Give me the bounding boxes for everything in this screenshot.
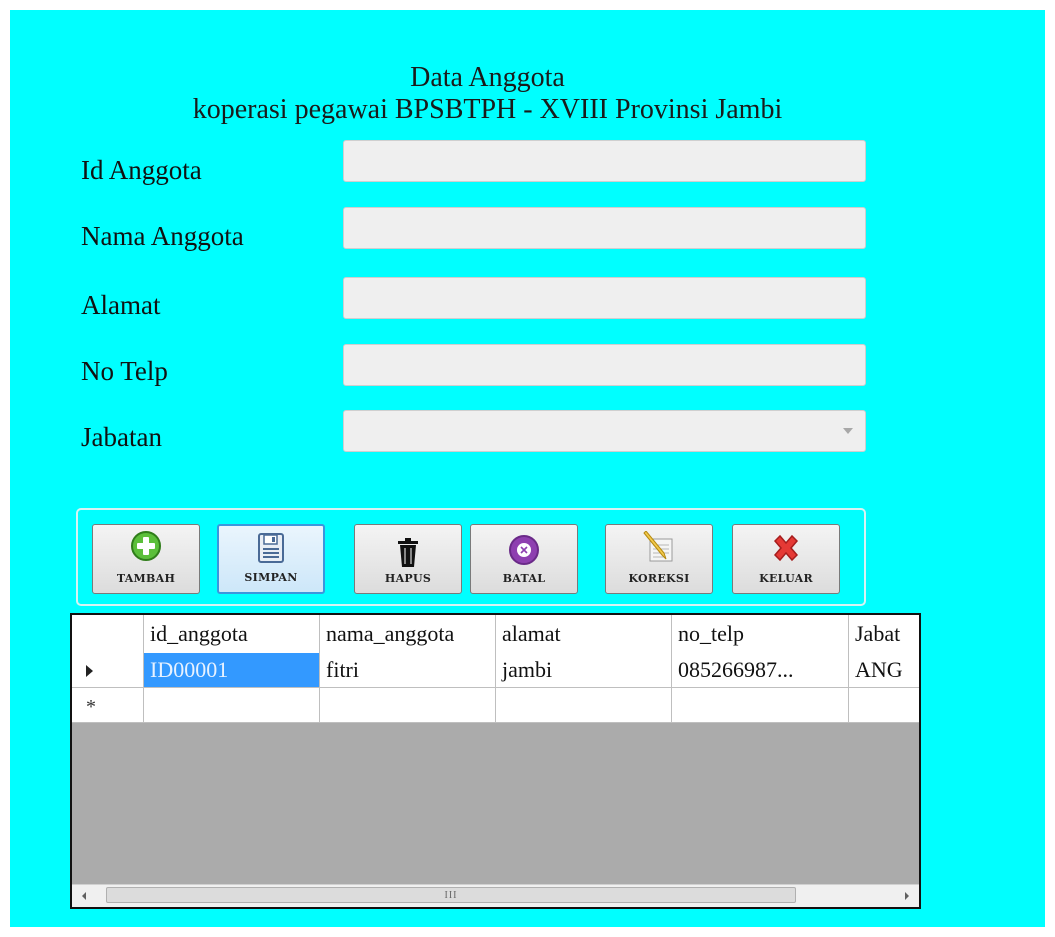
row-header[interactable] — [72, 653, 144, 687]
grid-header: id_anggota nama_anggota alamat no_telp J… — [72, 615, 919, 654]
cell-alamat[interactable] — [496, 688, 672, 722]
no-telp-input[interactable] — [343, 344, 866, 386]
cell-jabatan[interactable]: ANG — [849, 653, 919, 687]
column-header-nama-anggota[interactable]: nama_anggota — [320, 615, 496, 653]
batal-label: BATAL — [502, 572, 546, 585]
column-header-jabatan[interactable]: Jabat — [849, 615, 919, 653]
cell-jabatan[interactable] — [849, 688, 919, 722]
form-subtitle: koperasi pegawai BPSBTPH - XVIII Provins… — [192, 94, 783, 125]
cell-id-anggota[interactable]: ID00001 — [144, 653, 320, 687]
cell-nama-anggota[interactable]: fitri — [320, 653, 496, 687]
simpan-label: SIMPAN — [244, 571, 298, 584]
jabatan-combobox[interactable] — [343, 410, 866, 452]
save-icon — [258, 533, 284, 563]
no-telp-label: No Telp — [81, 356, 168, 386]
scroll-right-icon[interactable] — [905, 892, 909, 900]
chevron-down-icon[interactable] — [843, 428, 853, 434]
nama-anggota-label: Nama Anggota — [81, 221, 244, 251]
scroll-grip: III — [444, 890, 458, 901]
cell-no-telp[interactable]: 085266987... — [672, 653, 849, 687]
koreksi-button[interactable]: KOREKSI — [605, 524, 713, 594]
data-grid[interactable]: id_anggota nama_anggota alamat no_telp J… — [70, 613, 921, 909]
column-header-alamat[interactable]: alamat — [496, 615, 672, 653]
table-row[interactable]: ID00001 fitri jambi 085266987... ANG — [72, 653, 919, 688]
row-header[interactable]: * — [72, 688, 144, 722]
jabatan-label: Jabatan — [81, 422, 162, 452]
edit-icon — [643, 531, 673, 562]
batal-button[interactable]: BATAL — [470, 524, 578, 594]
scroll-thumb[interactable]: III — [106, 887, 796, 903]
cancel-icon — [509, 535, 539, 565]
id-anggota-input[interactable] — [343, 140, 866, 182]
close-icon — [773, 534, 799, 562]
form-title: Data Anggota — [410, 62, 565, 93]
keluar-label: KELUAR — [759, 572, 813, 585]
keluar-button[interactable]: KELUAR — [732, 524, 840, 594]
column-header-id-anggota[interactable]: id_anggota — [144, 615, 320, 653]
scroll-left-icon[interactable] — [82, 892, 86, 900]
horizontal-scrollbar[interactable]: III — [72, 884, 919, 907]
button-toolbar: TAMBAH SIMPAN HAPUS BATAL KOREKSI KELUAR — [76, 508, 866, 606]
column-header-no-telp[interactable]: no_telp — [672, 615, 849, 653]
koreksi-label: KOREKSI — [628, 572, 690, 585]
form-area: Data Anggota koperasi pegawai BPSBTPH - … — [10, 10, 1045, 927]
simpan-button[interactable]: SIMPAN — [217, 524, 325, 594]
tambah-button[interactable]: TAMBAH — [92, 524, 200, 594]
cell-nama-anggota[interactable] — [320, 688, 496, 722]
alamat-input[interactable] — [343, 277, 866, 319]
add-icon — [131, 531, 161, 561]
new-row-star-icon: * — [86, 696, 96, 718]
id-anggota-label: Id Anggota — [81, 155, 202, 185]
hapus-button[interactable]: HAPUS — [354, 524, 462, 594]
header-corner — [72, 615, 144, 653]
cell-no-telp[interactable] — [672, 688, 849, 722]
new-row[interactable]: * — [72, 688, 919, 723]
current-row-arrow-icon — [86, 665, 93, 677]
trash-icon — [398, 538, 418, 567]
cell-alamat[interactable]: jambi — [496, 653, 672, 687]
alamat-label: Alamat — [81, 290, 161, 320]
cell-id-anggota[interactable] — [144, 688, 320, 722]
hapus-label: HAPUS — [384, 572, 432, 585]
tambah-label: TAMBAH — [116, 572, 176, 585]
nama-anggota-input[interactable] — [343, 207, 866, 249]
